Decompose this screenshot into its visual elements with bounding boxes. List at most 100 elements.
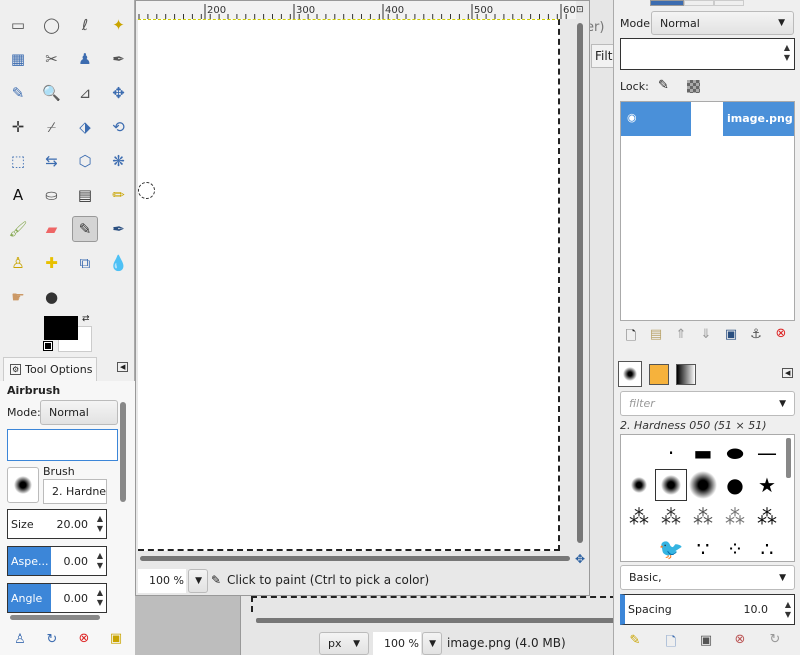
brush-preview[interactable]: ▬ (687, 437, 719, 469)
zoom-input[interactable]: 100 % (373, 632, 421, 655)
perspective-clone-tool[interactable]: ⧉ (72, 250, 98, 276)
layer-opacity-slider[interactable]: Opacity 100.0 ▲ ▼ (620, 38, 795, 70)
dodge-burn-tool[interactable]: ● (39, 284, 65, 310)
anchor-icon[interactable]: ⚓ (747, 327, 765, 342)
spin-arrows-icon[interactable]: ▲ ▼ (97, 551, 103, 571)
foreground-color[interactable] (44, 316, 78, 340)
opacity-slider[interactable]: Opacity 100.0 (7, 429, 118, 461)
clone-tool[interactable]: ♙ (5, 250, 31, 276)
eraser-tool[interactable]: ▰ (39, 216, 65, 242)
brush-preview[interactable]: ⁂ (719, 501, 751, 533)
unit-select[interactable]: px ▼ (319, 632, 369, 655)
brush-preview[interactable]: ⁂ (655, 501, 687, 533)
angle-slider[interactable]: Angle 0.00 ▲ ▼ (7, 583, 107, 613)
refresh-brushes-icon[interactable]: ↻ (766, 632, 784, 647)
zoom-tool[interactable]: 🔍 (39, 80, 65, 106)
brush-filter-input[interactable]: filter ▼ (620, 391, 795, 416)
dock-menu-icon[interactable]: ◀ (117, 362, 129, 372)
ellipse-select-tool[interactable]: ◯ (39, 12, 65, 38)
brush-preview[interactable] (687, 469, 719, 501)
pencil-tool[interactable]: ✏ (106, 182, 132, 208)
brush-preview[interactable]: ⁂ (687, 501, 719, 533)
brush-preview[interactable]: ⬬ (719, 437, 751, 469)
select-by-color-tool[interactable]: ▦ (5, 46, 31, 72)
warp-tool[interactable]: ❋ (106, 148, 132, 174)
gradient-tool[interactable]: ▤ (72, 182, 98, 208)
bucket-fill-tool[interactable]: ⛀ (39, 182, 65, 208)
paths-tool[interactable]: ✒ (106, 46, 132, 72)
vertical-scrollbar[interactable] (577, 23, 583, 543)
brush-preview[interactable]: — (751, 437, 783, 469)
navigate-icon[interactable]: ⊡ (576, 5, 584, 15)
blur-tool[interactable]: 💧 (106, 250, 132, 276)
color-picker-tool[interactable]: ✎ (5, 80, 31, 106)
delete-options-icon[interactable]: ⊗ (75, 631, 93, 646)
brush-preview[interactable]: ⁘ (719, 533, 751, 561)
navigate-corner-icon[interactable]: ✥ (575, 552, 585, 566)
reset-options-icon[interactable]: ▣ (107, 631, 125, 646)
unified-transform-tool[interactable]: ⬗ (72, 114, 98, 140)
brush-preview[interactable]: · (655, 437, 687, 469)
brush-preview[interactable]: ⁂ (751, 501, 783, 533)
default-colors-icon[interactable] (43, 341, 53, 351)
mode-select[interactable]: Normal (40, 400, 118, 425)
spacing-slider[interactable]: Spacing 10.0 ▲ ▼ (620, 594, 795, 625)
raise-layer-icon[interactable]: ⇑ (672, 327, 690, 342)
brush-preview[interactable]: 🐦 (655, 533, 687, 561)
heal-tool[interactable]: ✚ (39, 250, 65, 276)
brush-preview[interactable]: ∴ (751, 533, 783, 561)
spin-arrows-icon[interactable]: ▲ ▼ (785, 600, 791, 620)
zoom-dropdown[interactable]: ▼ (188, 569, 208, 593)
free-select-tool[interactable]: ℓ (72, 12, 98, 38)
size-slider[interactable]: Size 20.00 ▲ ▼ (7, 509, 107, 539)
delete-brush-icon[interactable]: ⊗ (731, 632, 749, 647)
move-tool[interactable]: ✥ (106, 80, 132, 106)
cage-tool[interactable]: ⬡ (72, 148, 98, 174)
rect-select-tool[interactable]: ▭ (5, 12, 31, 38)
aspect-ratio-slider[interactable]: Aspe... 0.00 ▲ ▼ (7, 546, 107, 576)
brush-preview[interactable] (655, 469, 687, 501)
tab-paths[interactable] (714, 0, 744, 6)
brush-preview[interactable]: ⁂ (623, 501, 655, 533)
new-layer-group-icon[interactable]: ▤ (647, 327, 665, 342)
spin-arrows-icon[interactable]: ▲ ▼ (97, 514, 103, 534)
foreground-select-tool[interactable]: ♟ (72, 46, 98, 72)
spin-arrows-icon[interactable]: ▲ ▼ (780, 39, 794, 69)
vertical-scrollbar[interactable] (120, 402, 126, 502)
brush-preview[interactable]: ● (719, 469, 751, 501)
align-tool[interactable]: ✛ (5, 114, 31, 140)
perspective-tool[interactable]: ⬚ (5, 148, 31, 174)
brush-preview[interactable] (623, 469, 655, 501)
duplicate-brush-icon[interactable]: ▣ (697, 633, 715, 648)
crop-tool[interactable]: ⌿ (39, 114, 65, 140)
measure-tool[interactable]: ⊿ (72, 80, 98, 106)
restore-options-icon[interactable]: ↻ (43, 632, 61, 647)
horizontal-scrollbar[interactable] (10, 615, 100, 620)
canvas[interactable] (138, 19, 560, 551)
lock-pixels-icon[interactable]: ✎ (658, 78, 669, 93)
tab-gradients[interactable] (676, 364, 696, 385)
lower-layer-icon[interactable]: ⇓ (697, 327, 715, 342)
ink-tool[interactable]: ✒ (106, 216, 132, 242)
brush-preview-button[interactable] (7, 467, 39, 503)
smudge-tool[interactable]: ☛ (5, 284, 31, 310)
zoom-dropdown[interactable]: ▼ (422, 632, 442, 655)
horizontal-scrollbar[interactable] (256, 618, 616, 623)
new-brush-icon[interactable]: 🗋 (662, 633, 680, 655)
brush-preview[interactable] (623, 437, 655, 469)
fuzzy-select-tool[interactable]: ✦ (106, 12, 132, 38)
tab-patterns[interactable] (649, 364, 669, 385)
zoom-input[interactable]: 100 % (138, 569, 186, 593)
brush-preview[interactable] (623, 533, 655, 561)
horizontal-scrollbar[interactable] (140, 556, 570, 561)
spin-arrows-icon[interactable]: ▲ ▼ (97, 588, 103, 608)
tool-options-tab[interactable]: ⚙ Tool Options (3, 357, 97, 381)
layer-row[interactable]: ◉ image.png (621, 102, 794, 136)
brush-tag-select[interactable]: Basic, ▼ (620, 565, 795, 590)
airbrush-tool[interactable]: ✎ (72, 216, 98, 242)
tab-layers[interactable] (650, 0, 684, 6)
layer-mode-select[interactable]: Normal ▼ (651, 11, 794, 35)
flip-tool[interactable]: ⇆ (39, 148, 65, 174)
swap-colors-icon[interactable]: ⇄ (82, 314, 90, 324)
dock-menu-icon[interactable]: ◀ (782, 368, 794, 378)
